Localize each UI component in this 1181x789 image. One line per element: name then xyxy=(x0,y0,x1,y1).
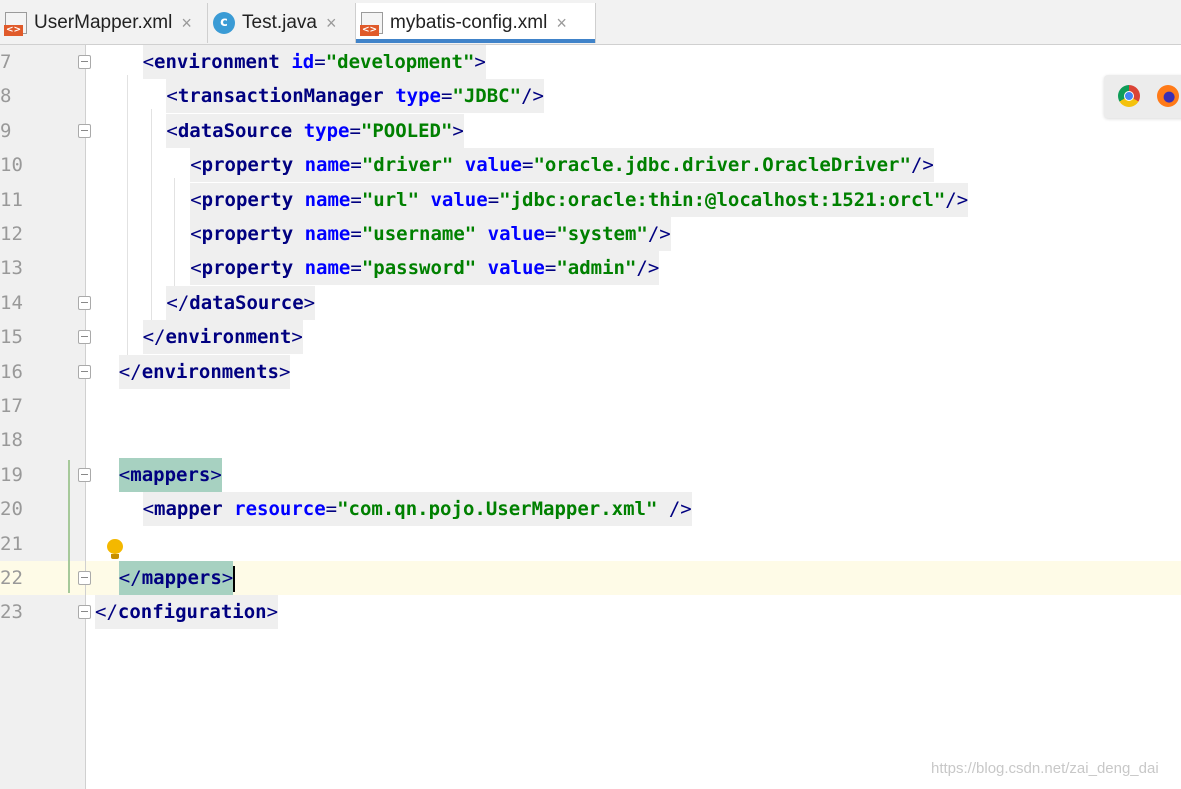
line-number: 8 xyxy=(0,85,12,108)
code-line: <property name="driver" value="oracle.jd… xyxy=(190,148,934,183)
fold-marker-icon[interactable] xyxy=(78,364,91,379)
line-number: 15 xyxy=(0,326,23,349)
line-number: 7 xyxy=(0,51,12,73)
line-number: 18 xyxy=(0,429,23,452)
line-number: 13 xyxy=(0,257,23,280)
editor-tab-bar: UserMapper.xml × c Test.java × mybatis-c… xyxy=(0,0,1181,45)
line-number: 9 xyxy=(0,119,12,142)
code-line: <dataSource type="POOLED"> xyxy=(166,113,464,148)
line-number: 23 xyxy=(0,601,23,624)
indent-guide xyxy=(174,178,176,286)
line-number: 20 xyxy=(0,498,23,521)
tab-test-java[interactable]: c Test.java × xyxy=(208,3,356,43)
close-icon[interactable]: × xyxy=(326,13,337,34)
line-number: 14 xyxy=(0,291,23,314)
code-line: <mapper resource="com.qn.pojo.UserMapper… xyxy=(142,492,692,527)
indent-guide xyxy=(126,75,128,355)
fold-marker-icon[interactable] xyxy=(78,295,91,310)
line-number: 10 xyxy=(0,154,23,177)
line-number: 12 xyxy=(0,223,23,245)
text-caret xyxy=(233,565,236,592)
code-line: </configuration> xyxy=(95,595,279,630)
tab-label: mybatis-config.xml xyxy=(390,12,548,33)
tab-label: UserMapper.xml xyxy=(34,12,173,33)
line-number: 22 xyxy=(0,567,23,589)
tab-usermapper-xml[interactable]: UserMapper.xml × xyxy=(0,3,208,43)
fold-marker-icon[interactable] xyxy=(78,123,91,138)
code-line: <transactionManager type="JDBC"/> xyxy=(166,79,544,114)
code-line: <mappers> xyxy=(118,457,222,492)
close-icon[interactable]: × xyxy=(556,13,567,34)
fold-marker-icon[interactable] xyxy=(78,467,91,482)
browser-preview-bar xyxy=(1104,75,1181,118)
code-line: </dataSource> xyxy=(166,285,316,320)
code-line: </environment> xyxy=(142,320,303,355)
java-class-icon: c xyxy=(213,12,235,34)
chrome-icon[interactable] xyxy=(1118,85,1140,107)
xml-file-icon xyxy=(4,12,27,36)
code-line: <property name="url" value="jdbc:oracle:… xyxy=(190,182,969,217)
line-number: 16 xyxy=(0,360,23,383)
line-number: 11 xyxy=(0,188,23,211)
fold-marker-icon[interactable] xyxy=(78,55,91,69)
xml-file-icon xyxy=(360,12,383,36)
fold-marker-icon[interactable] xyxy=(78,330,91,345)
fold-marker-icon[interactable] xyxy=(78,571,91,585)
change-marker xyxy=(68,459,70,594)
firefox-icon[interactable] xyxy=(1157,85,1179,107)
tab-mybatis-config-xml[interactable]: mybatis-config.xml × xyxy=(356,3,596,43)
line-number: 17 xyxy=(0,395,23,417)
code-line: <property name="password" value="admin"/… xyxy=(190,251,660,286)
indent-guide xyxy=(150,109,152,321)
lightbulb-icon[interactable] xyxy=(107,539,123,560)
code-line: <environment id="development"> xyxy=(142,45,486,79)
line-number: 21 xyxy=(0,532,23,555)
code-line: <property name="username" value="system"… xyxy=(190,217,671,251)
code-line: </mappers> xyxy=(118,561,236,595)
line-number: 19 xyxy=(0,463,23,486)
tab-label: Test.java xyxy=(242,12,317,33)
code-line: </environments> xyxy=(118,354,291,389)
close-icon[interactable]: × xyxy=(181,13,192,34)
fold-marker-icon[interactable] xyxy=(78,605,91,620)
watermark: https://blog.csdn.net/zai_deng_dai xyxy=(931,760,1159,777)
